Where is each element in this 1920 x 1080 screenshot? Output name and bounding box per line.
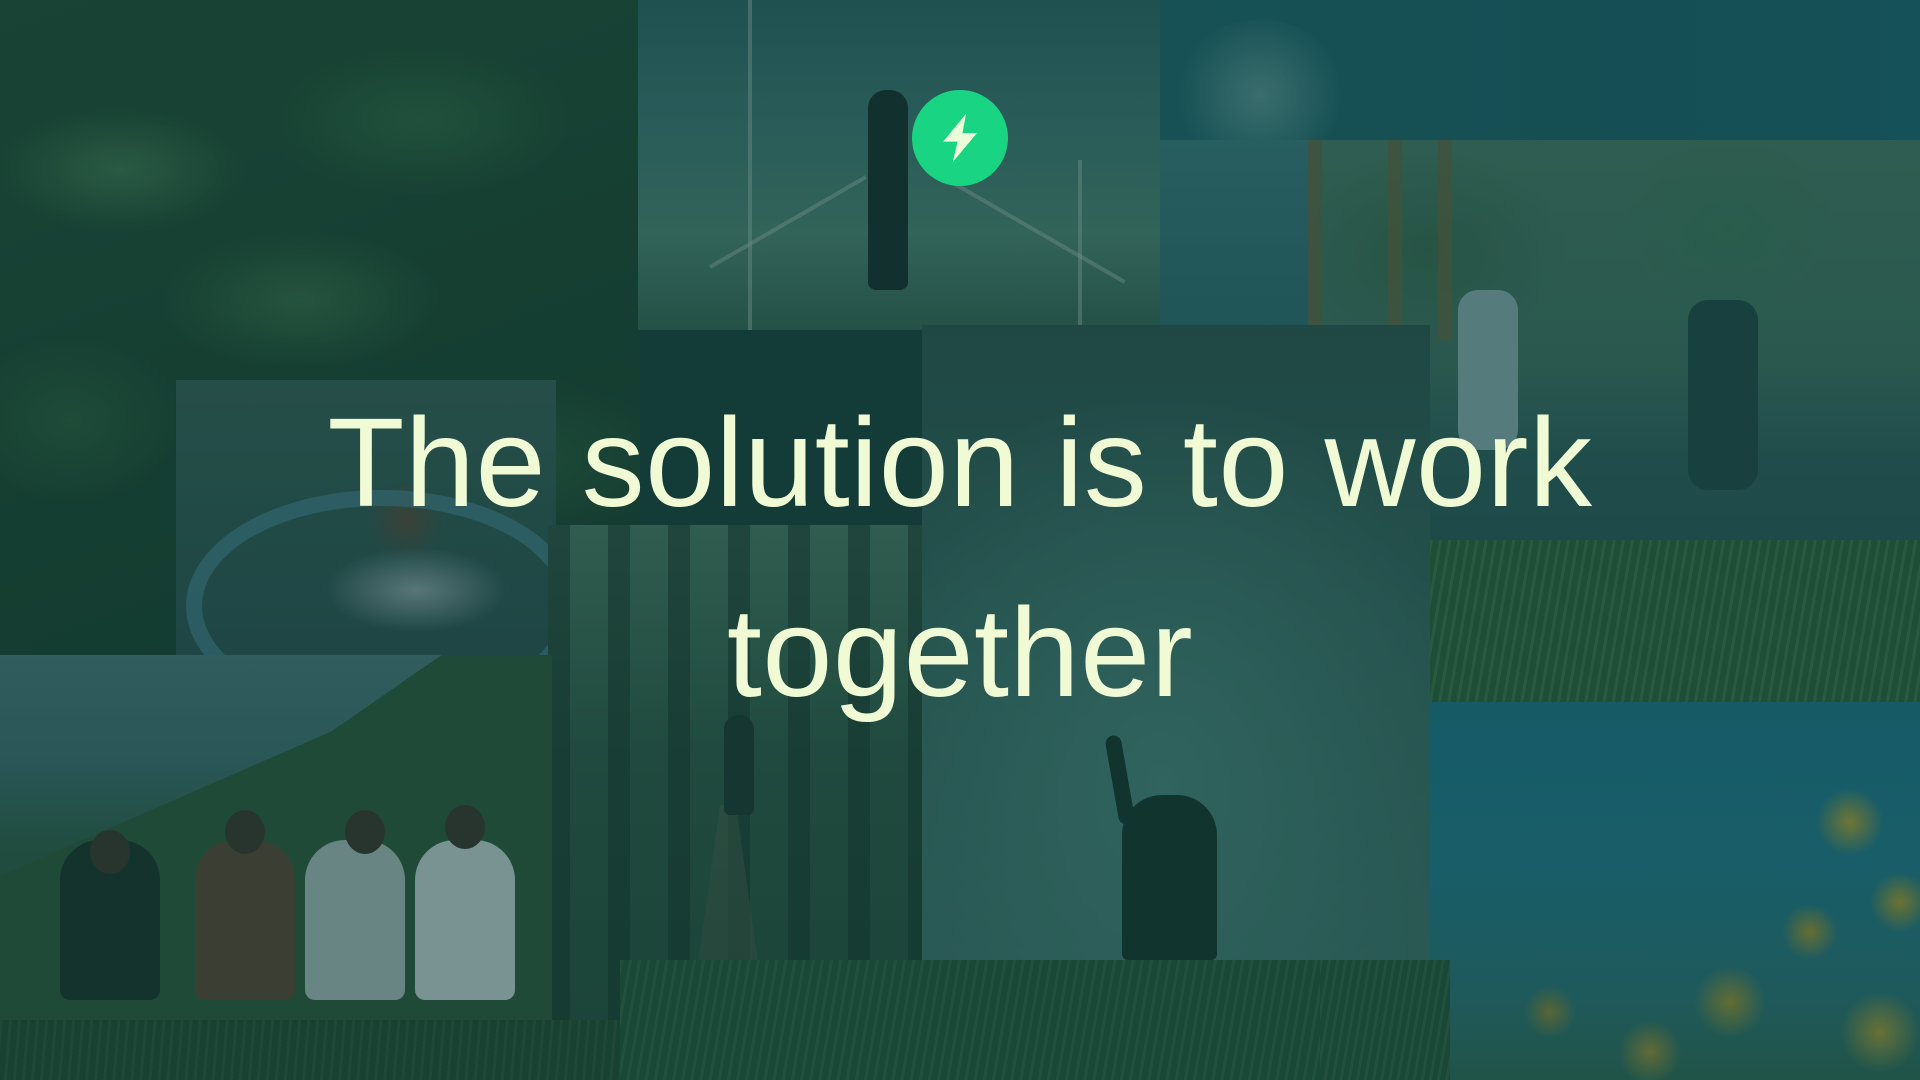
sky-photo (1160, 0, 1920, 145)
lightning-bolt-icon (943, 113, 977, 163)
grass-photo (1320, 960, 1450, 1080)
slide-canvas: The solution is to work together (0, 0, 1920, 1080)
cloud-photo (1160, 140, 1310, 330)
grass-photo (0, 1020, 620, 1080)
grass-photo (620, 960, 1320, 1080)
bmx-rider-photo (638, 0, 1160, 330)
flowers-photo (1430, 702, 1920, 1080)
brand-logo (912, 90, 1008, 186)
slide-headline: The solution is to work together (327, 392, 1593, 723)
